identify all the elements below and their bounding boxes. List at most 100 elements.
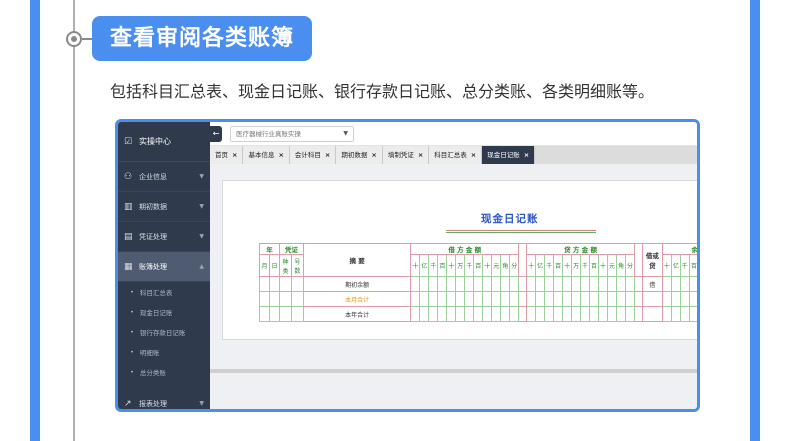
digit-header: 千 (544, 254, 555, 277)
digit-header: 十 (562, 254, 573, 277)
spacer-cell (633, 306, 643, 322)
sidebar-subitem-subject-summary[interactable]: • 科目汇总表 (118, 282, 210, 302)
company-select[interactable]: 医疗器械行业真账实操 ▼ (230, 126, 354, 142)
ledger-sheet: 现金日记账 年凭证摘 要借 方 金 额贷 方 金 额借或贷余月日种类 号数十亿千百… (222, 180, 697, 340)
tab-cash-journal[interactable]: 现金日记账 × (482, 146, 536, 164)
close-icon[interactable]: × (232, 151, 237, 159)
close-icon[interactable]: × (278, 151, 283, 159)
sidebar-item-label: 凭证处理 (139, 232, 167, 241)
credit-digit-cell (580, 306, 591, 322)
credit-digit-cell (535, 306, 546, 322)
summary-cell: 本月合计 (302, 291, 412, 307)
table-row[interactable]: 本年合计 (259, 306, 697, 322)
credit-digit-cell (562, 291, 573, 307)
close-icon[interactable]: × (524, 151, 529, 159)
bullet-icon: • (130, 308, 134, 316)
debit-digit-cell (428, 306, 439, 322)
digit-header: 百 (589, 254, 600, 277)
credit-digit-cell (571, 306, 582, 322)
digit-header: 千 (428, 254, 439, 277)
sidebar-subitem-label: 银行存款日记账 (139, 329, 186, 337)
credit-digit-cell (607, 306, 617, 322)
right-frame-bar (750, 0, 760, 441)
date-voucher-cell (259, 291, 270, 307)
sidebar-item-opening-data[interactable]: ▥ 期初数据 ▼ (118, 192, 210, 222)
app-screenshot: ☑ 实操中心 ⚇ 企业信息 ▼ ▥ 期初数据 ▼ ▤ 凭证处理 ▼ ▦ 账簿处理 (115, 119, 700, 412)
tab-fill-voucher[interactable]: 填制凭证 × (382, 146, 430, 164)
credit-digit-cell (607, 276, 617, 292)
bar-chart-icon: ▥ (124, 201, 133, 212)
tab-label: 基本信息 (248, 151, 275, 159)
credit-digit-cell (535, 276, 546, 292)
close-icon[interactable]: × (371, 151, 376, 159)
date-voucher-cell (290, 306, 304, 322)
header-summary: 摘 要 (302, 243, 412, 277)
credit-digit-cell (562, 306, 573, 322)
credit-digit-cell (553, 306, 564, 322)
table-row[interactable]: 本月合计 (259, 291, 697, 307)
close-icon[interactable]: × (418, 151, 423, 159)
digit-header: 万 (571, 254, 582, 277)
credit-digit-cell (624, 306, 635, 322)
table-row[interactable]: 期初余额 借 (259, 276, 697, 292)
sidebar-subitem-bank-journal[interactable]: • 银行存款日记账 (118, 322, 210, 342)
caret-down-icon: ▼ (343, 130, 348, 137)
balance-digit-cell (679, 276, 690, 292)
credit-digit-cell (562, 276, 573, 292)
debit-digit-cell (437, 276, 448, 292)
digit-header: 亿 (419, 254, 430, 277)
sidebar-subitem-detail-ledger[interactable]: • 明细账 (118, 342, 210, 362)
balance-digit-cell (679, 306, 690, 322)
credit-digit-cell (535, 291, 546, 307)
tab-accounts[interactable]: 会计科目 × (289, 146, 337, 164)
close-icon[interactable]: × (471, 151, 476, 159)
sidebar-head-label: 实操中心 (139, 137, 171, 146)
sidebar-item-ledger[interactable]: ▦ 账簿处理 ▲ (118, 252, 210, 282)
close-icon[interactable]: × (325, 151, 330, 159)
sidebar-subitem-cash-journal[interactable]: • 现金日记账 (118, 302, 210, 322)
page: 查看审阅各类账簿 包括科目汇总表、现金日记账、银行存款日记账、总分类账、各类明细… (0, 0, 790, 441)
horizontal-scrollbar[interactable] (210, 369, 697, 373)
digit-header: 分 (624, 254, 635, 277)
timeline-line (73, 0, 75, 441)
collapse-sidebar-button[interactable]: ← (210, 126, 222, 142)
debit-digit-cell (410, 276, 421, 292)
header-month: 月 (259, 254, 270, 277)
header-direction: 借或贷 (641, 243, 663, 277)
credit-digit-cell (616, 306, 626, 322)
debit-digit-cell (437, 306, 448, 322)
company-select-value: 医疗器械行业真账实操 (236, 130, 301, 138)
debit-digit-cell (464, 306, 475, 322)
direction-cell: 借 (641, 276, 663, 292)
debit-digit-cell (464, 276, 475, 292)
tab-home[interactable]: 首页 × (210, 146, 244, 164)
debit-digit-cell (509, 306, 520, 322)
debit-digit-cell (509, 291, 520, 307)
spacer-cell (518, 243, 528, 277)
debit-digit-cell (419, 291, 430, 307)
bullet-icon: • (130, 288, 134, 296)
sidebar-item-reports[interactable]: ↗ 报表处理 ▼ (118, 389, 210, 409)
sidebar-item-voucher[interactable]: ▤ 凭证处理 ▼ (118, 222, 210, 252)
balance-digit-cell (661, 291, 672, 307)
credit-digit-cell (553, 291, 564, 307)
date-voucher-cell (268, 291, 280, 307)
sidebar-subitem-label: 总分类账 (139, 369, 166, 377)
sidebar-item-label: 企业信息 (139, 172, 167, 181)
sidebar-subitem-general-ledger[interactable]: • 总分类账 (118, 362, 210, 382)
tab-subject-summary[interactable]: 科目汇总表 × (429, 146, 483, 164)
practice-icon: ☑ (124, 136, 133, 147)
balance-digit-cell (688, 291, 697, 307)
sidebar-item-company-info[interactable]: ⚇ 企业信息 ▼ (118, 162, 210, 192)
debit-digit-cell (446, 276, 457, 292)
chevron-down-icon: ▼ (199, 203, 204, 210)
debit-digit-cell (428, 276, 439, 292)
sidebar-head[interactable]: ☑ 实操中心 (118, 122, 210, 162)
tab-basic-info[interactable]: 基本信息 × (243, 146, 290, 164)
digit-header: 十 (661, 254, 672, 277)
credit-digit-cell (624, 291, 635, 307)
tab-opening-data[interactable]: 期初数据 × (336, 146, 383, 164)
credit-digit-cell (598, 276, 609, 292)
digit-header: 千 (580, 254, 591, 277)
debit-digit-cell (473, 306, 484, 322)
